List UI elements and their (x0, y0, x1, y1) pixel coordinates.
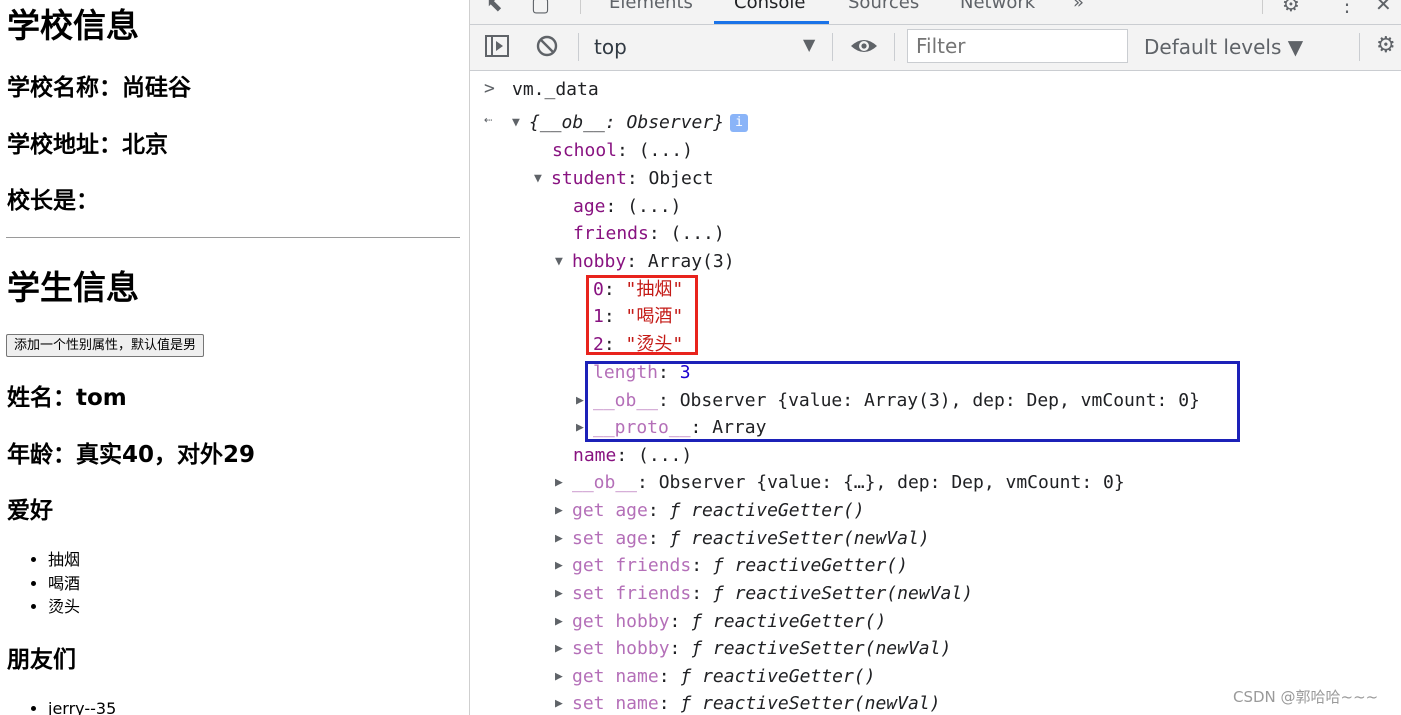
console-input: vm._data (512, 79, 599, 100)
hobby-heading: 爱好 (7, 498, 53, 524)
tab-network[interactable]: Network (960, 0, 1035, 13)
separator (580, 0, 581, 14)
add-sex-button[interactable]: 添加一个性别属性，默认值是男 (6, 334, 205, 357)
highlight-box-red (586, 275, 698, 355)
hobby-list: 抽烟 喝酒 烫头 (28, 548, 80, 619)
console-line: school: (...) (552, 140, 693, 161)
close-icon[interactable]: ✕ (1375, 0, 1392, 16)
expand-arrow-icon[interactable]: ▶ (555, 691, 572, 715)
tab-console[interactable]: Console (734, 0, 805, 13)
highlight-box-blue (585, 361, 1240, 442)
console-line[interactable]: ▶ set age: ƒ reactiveSetter(newVal) (555, 526, 930, 552)
inspect-icon[interactable]: ⬉ (486, 0, 503, 16)
settings-icon[interactable]: ⚙ (1282, 0, 1300, 16)
expand-arrow-icon[interactable]: ▶ (555, 553, 572, 579)
console-line[interactable]: ▶ set hobby: ƒ reactiveSetter(newVal) (555, 636, 951, 662)
console-line[interactable]: ▶ set friends: ƒ reactiveSetter(newVal) (555, 581, 973, 607)
console-settings-icon[interactable]: ⚙ (1376, 33, 1396, 59)
expand-arrow-icon[interactable]: ▶ (555, 664, 572, 690)
school-name: 学校名称：尚硅谷 (7, 75, 191, 101)
friends-list: jerry--35 (28, 697, 116, 715)
sidebar-toggle-icon[interactable] (484, 33, 510, 66)
console-line[interactable]: ▶ __ob__: Observer {value: {…}, dep: Dep,… (555, 470, 1125, 496)
active-tab-indicator (714, 21, 829, 24)
console-line: age: (...) (573, 196, 682, 217)
student-age: 年龄：真实40，对外29 (7, 442, 256, 468)
console-line[interactable]: ▶ set name: ƒ reactiveSetter(newVal) (555, 691, 940, 715)
eye-icon[interactable] (849, 33, 879, 66)
console-line: friends: (...) (573, 223, 725, 244)
list-item: 烫头 (48, 595, 80, 619)
devtools-tabbar: ⬉ ▢ Elements Console Sources Network » ⚙… (470, 0, 1401, 25)
expand-arrow-icon[interactable]: ▶ (555, 609, 572, 635)
log-levels-dropdown[interactable]: Default levels ▼ (1144, 35, 1303, 59)
chevron-down-icon[interactable]: ▼ (803, 35, 815, 54)
expand-arrow-icon[interactable]: ▶ (555, 636, 572, 662)
vue-page: 学校信息 学校名称：尚硅谷 学校地址：北京 校长是： 学生信息 添加一个性别属性… (0, 0, 469, 715)
school-heading: 学校信息 (7, 6, 139, 45)
tab-elements[interactable]: Elements (609, 0, 693, 13)
console-line[interactable]: ▼ student: Object (534, 166, 714, 192)
separator (578, 33, 579, 61)
friends-heading: 朋友们 (7, 647, 76, 673)
expand-arrow-icon[interactable]: ▶ (555, 470, 572, 496)
device-toggle-icon[interactable]: ▢ (531, 0, 550, 16)
expand-arrow-icon[interactable]: ▼ (512, 110, 529, 136)
student-heading: 学生信息 (7, 268, 139, 307)
expand-arrow-icon[interactable]: ▼ (555, 249, 572, 275)
more-menu-icon[interactable]: ⋮ (1337, 0, 1357, 16)
separator (894, 33, 895, 61)
input-prompt-icon: > (484, 78, 495, 99)
more-tabs-icon[interactable]: » (1073, 0, 1084, 13)
result-arrow-icon: ⇠ (484, 112, 493, 128)
separator (1262, 0, 1263, 14)
devtools-panel: ⬉ ▢ Elements Console Sources Network » ⚙… (470, 0, 1401, 715)
expand-arrow-icon[interactable]: ▶ (555, 498, 572, 524)
context-select[interactable]: top (594, 35, 627, 59)
school-address: 学校地址：北京 (7, 132, 168, 158)
expand-arrow-icon[interactable]: ▶ (555, 526, 572, 552)
separator (1359, 33, 1360, 61)
student-name: 姓名：tom (7, 385, 127, 411)
tab-sources[interactable]: Sources (848, 0, 919, 13)
principal-label: 校长是： (7, 188, 99, 214)
filter-input[interactable] (907, 29, 1128, 63)
info-icon[interactable]: i (730, 114, 749, 132)
console-toolbar: top ▼ Default levels ▼ ⚙ (470, 25, 1401, 71)
expand-arrow-icon[interactable]: ▶ (555, 581, 572, 607)
console-line[interactable]: ▶ get friends: ƒ reactiveGetter() (555, 553, 908, 579)
console-line[interactable]: ▼ hobby: Array(3) (555, 249, 735, 275)
expand-arrow-icon[interactable]: ▼ (534, 166, 551, 192)
result-root[interactable]: ▼ {__ob__: Observer} i (512, 110, 749, 136)
watermark: CSDN @郭哈哈~~~ (1233, 688, 1379, 706)
list-item: jerry--35 (48, 697, 116, 715)
list-item: 抽烟 (48, 548, 80, 572)
console-line: name: (...) (573, 445, 693, 466)
list-item: 喝酒 (48, 572, 80, 596)
console-line[interactable]: ▶ get name: ƒ reactiveGetter() (555, 664, 875, 690)
divider-line (6, 237, 460, 238)
clear-console-icon[interactable] (534, 33, 560, 66)
console-line[interactable]: ▶ get age: ƒ reactiveGetter() (555, 498, 865, 524)
console-line[interactable]: ▶ get hobby: ƒ reactiveGetter() (555, 609, 886, 635)
separator (832, 33, 833, 61)
